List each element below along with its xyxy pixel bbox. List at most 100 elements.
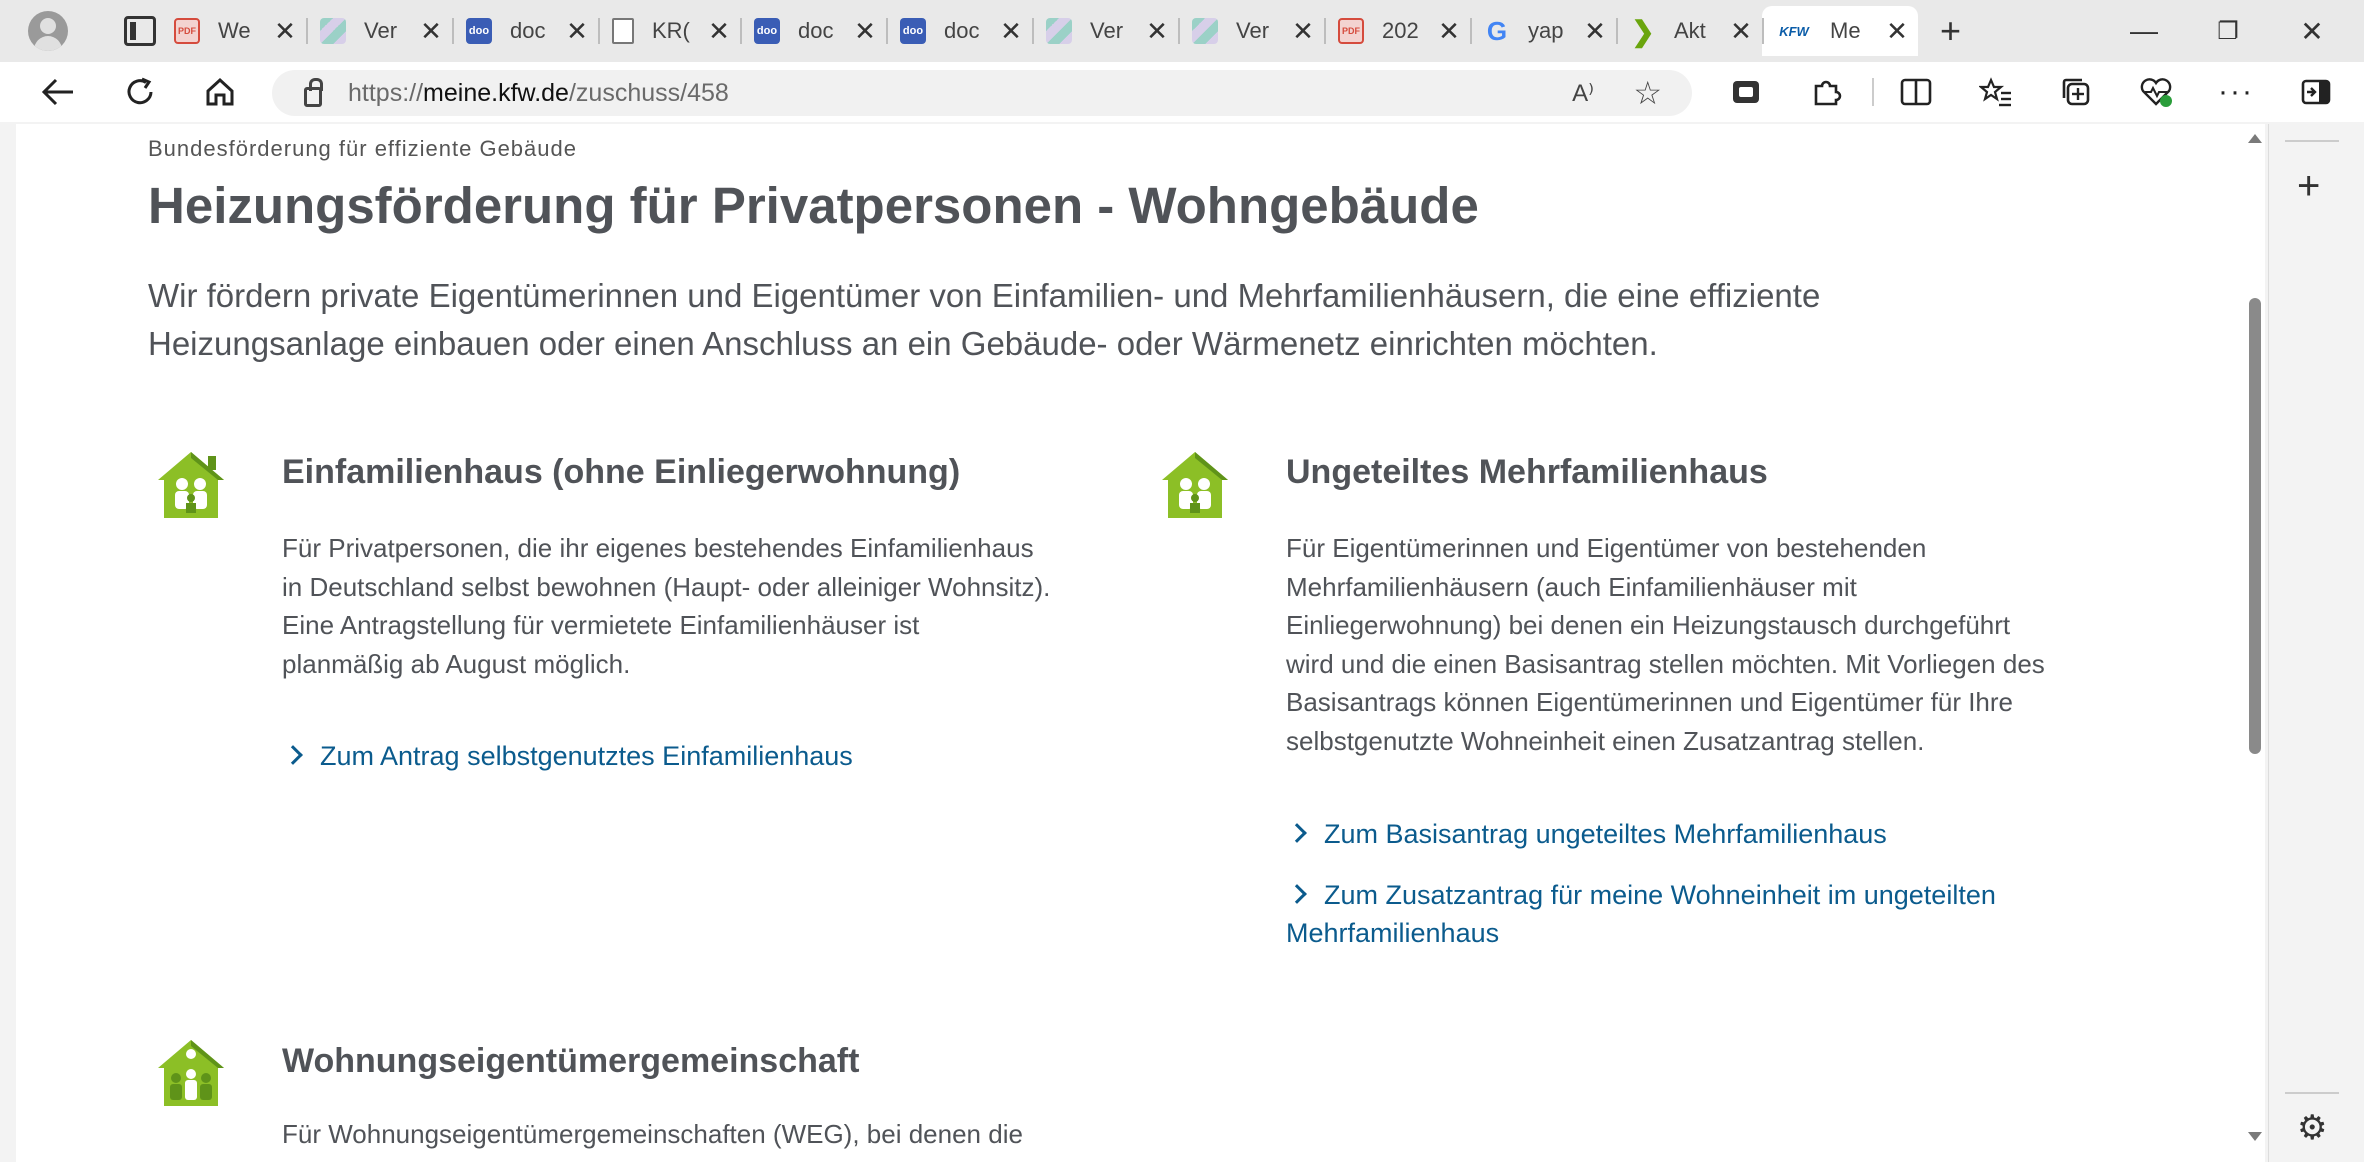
tab-title[interactable]: Akt [1674,18,1714,44]
scroll-down-arrow-icon[interactable] [2248,1132,2262,1141]
browser-window: PDF We ✕ Ver ✕ doo doc ✕ KR(✕ doo doc ✕ doo doc ✕ Ver ✕ V… [0,0,2364,1162]
link-label[interactable]: Mehrfamilienhaus [1286,914,1996,952]
address-bar[interactable]: https://meine.kfw.de/zuschuss/458 A⁾ ☆ [272,70,1692,116]
card-text-line: Eine Antragstellung für vermietete Einfa… [282,610,920,640]
heart-pulse-icon [2140,78,2172,107]
card-text-weg: Für Wohnungseigentümergemeinschaften (WE… [282,1115,1023,1154]
browser-tab[interactable]: KR( ✕ [598,6,740,56]
tab-close-icon[interactable]: ✕ [420,16,442,47]
browser-tab[interactable]: doo doc ✕ [740,6,886,56]
community-house-icon [158,1040,224,1106]
settings-more-button[interactable]: ··· [2206,62,2266,122]
link-basisantrag-mehrfamilienhaus[interactable]: Zum Basisantrag ungeteiltes Mehrfamilien… [1286,815,1887,853]
tab-separator [1762,18,1764,44]
doo-icon: doo [466,18,492,44]
profile-avatar-icon[interactable] [28,11,68,51]
tab-close-icon[interactable]: ✕ [854,16,876,47]
reload-button[interactable] [110,62,170,122]
tab-separator [1470,18,1472,44]
card-title-einfamilienhaus: Einfamilienhaus (ohne Einliegerwohnung) [282,453,961,491]
browser-tab[interactable]: doo doc ✕ [886,6,1032,56]
restore-button[interactable]: ❐ [2186,0,2270,62]
tab-close-icon[interactable]: ✕ [1886,16,1908,47]
favorite-star-icon[interactable]: ☆ [1633,74,1662,112]
browser-tab[interactable]: PDF 202 ✕ [1324,6,1470,56]
arrow-icon: ❯ [1631,15,1655,47]
sidebar-toggle-button[interactable] [2286,62,2346,122]
tab-title[interactable]: Ver [1236,18,1276,44]
link-antrag-einfamilienhaus[interactable]: Zum Antrag selbstgenutztes Einfamilienha… [282,737,853,775]
add-sidebar-app-icon[interactable]: + [2297,164,2320,209]
tab-title[interactable]: Ver [364,18,404,44]
link-zusatzantrag-wohneinheit[interactable]: Zum Zusatzantrag für meine Wohneinheit i… [1286,876,1996,952]
tab-close-icon[interactable]: ✕ [708,16,730,47]
browser-tab[interactable]: Ver ✕ [306,6,452,56]
tab-actions-menu-icon[interactable] [124,16,156,46]
tab-close-icon[interactable]: ✕ [1000,16,1022,47]
card-text-line: Für Eigentümerinnen und Eigentümer von b… [1286,533,1927,563]
url-text[interactable]: https://meine.kfw.de/zuschuss/458 [348,79,729,108]
card-text-line: Basisantrags können Eigentümerinnen und … [1286,687,2013,717]
tab-title[interactable]: doc [798,18,838,44]
lock-icon[interactable] [304,78,323,107]
read-aloud-icon[interactable]: A⁾ [1572,79,1594,108]
media-extension-icon[interactable] [1716,62,1776,122]
home-button[interactable] [190,62,250,122]
tab-separator [452,18,454,44]
tab-separator [886,18,888,44]
extensions-puzzle-icon[interactable] [1796,62,1856,122]
tab-title[interactable]: doc [944,18,984,44]
link-label[interactable]: Zum Antrag selbstgenutztes Einfamilienha… [320,741,853,771]
tab-close-icon[interactable]: ✕ [1292,16,1314,47]
tab-close-icon[interactable]: ✕ [1730,16,1752,47]
browser-tab[interactable]: doo doc ✕ [452,6,598,56]
new-tab-button[interactable]: + [1940,10,1961,52]
split-screen-icon [1900,78,1932,106]
card-title-weg: Wohnungseigentümergemeinschaft [282,1042,860,1080]
card-title-mehrfamilienhaus: Ungeteiltes Mehrfamilienhaus [1286,453,1768,491]
card-text-line: in Deutschland selbst bewohnen (Haupt- o… [282,571,1051,602]
browser-tab[interactable]: ❯ Akt ✕ [1616,6,1762,56]
close-window-button[interactable]: ✕ [2270,0,2354,62]
google-icon: G [1486,15,1508,46]
pdf-icon: PDF [174,18,200,44]
tab-title[interactable]: Me [1830,18,1870,44]
tab-close-icon[interactable]: ✕ [1146,16,1168,47]
scrollbar-thumb[interactable] [2249,298,2261,754]
card-text-line: Für Privatpersonen, die ihr eigenes best… [282,533,1034,563]
sidebar-settings-gear-icon[interactable]: ⚙ [2297,1108,2327,1148]
tab-title[interactable]: Ver [1090,18,1130,44]
pattern-icon [320,18,346,44]
link-label[interactable]: Zum Basisantrag ungeteiltes Mehrfamilien… [1324,819,1887,849]
scroll-up-arrow-icon[interactable] [2248,134,2262,143]
browser-tab[interactable]: Gyap ✕ [1470,6,1616,56]
browser-tab[interactable]: KFW Me ✕ [1762,6,1918,56]
tab-close-icon[interactable]: ✕ [1584,16,1606,47]
browser-essentials-button[interactable] [2126,62,2186,122]
favorites-button[interactable] [1966,62,2026,122]
page-eyebrow: Bundesförderung für effiziente Gebäude [148,136,577,161]
tab-close-icon[interactable]: ✕ [1438,16,1460,47]
tab-title[interactable]: doc [510,18,550,44]
edge-sidebar: + ⚙ [2268,124,2364,1162]
tab-strip: PDF We ✕ Ver ✕ doo doc ✕ KR(✕ doo doc ✕ doo doc ✕ Ver ✕ V… [0,0,2364,62]
minimize-button[interactable]: — [2102,0,2186,62]
tab-close-icon[interactable]: ✕ [274,16,296,47]
page-scrollbar[interactable] [2245,124,2265,1162]
card-text-line: Für Wohnungseigentümergemeinschaften (WE… [282,1119,1023,1149]
tab-title[interactable]: yap [1528,18,1568,44]
link-label[interactable]: Zum Zusatzantrag für meine Wohneinheit i… [1324,880,1996,910]
browser-tab[interactable]: PDF We ✕ [160,6,306,56]
sidebar-divider [2285,1092,2339,1094]
split-screen-button[interactable] [1886,62,1946,122]
card-text-line: Einliegerwohnung) bei denen ein Heizungs… [1286,610,2011,640]
back-button[interactable] [28,62,88,122]
collections-button[interactable] [2046,62,2106,122]
tab-title[interactable]: KR( [652,18,692,44]
card-text-mehrfamilienhaus: Für Eigentümerinnen und Eigentümer von b… [1286,529,2045,760]
tab-close-icon[interactable]: ✕ [566,16,588,47]
tab-title[interactable]: We [218,18,258,44]
tab-title[interactable]: 202 [1382,18,1422,44]
browser-tab[interactable]: Ver ✕ [1032,6,1178,56]
browser-tab[interactable]: Ver ✕ [1178,6,1324,56]
